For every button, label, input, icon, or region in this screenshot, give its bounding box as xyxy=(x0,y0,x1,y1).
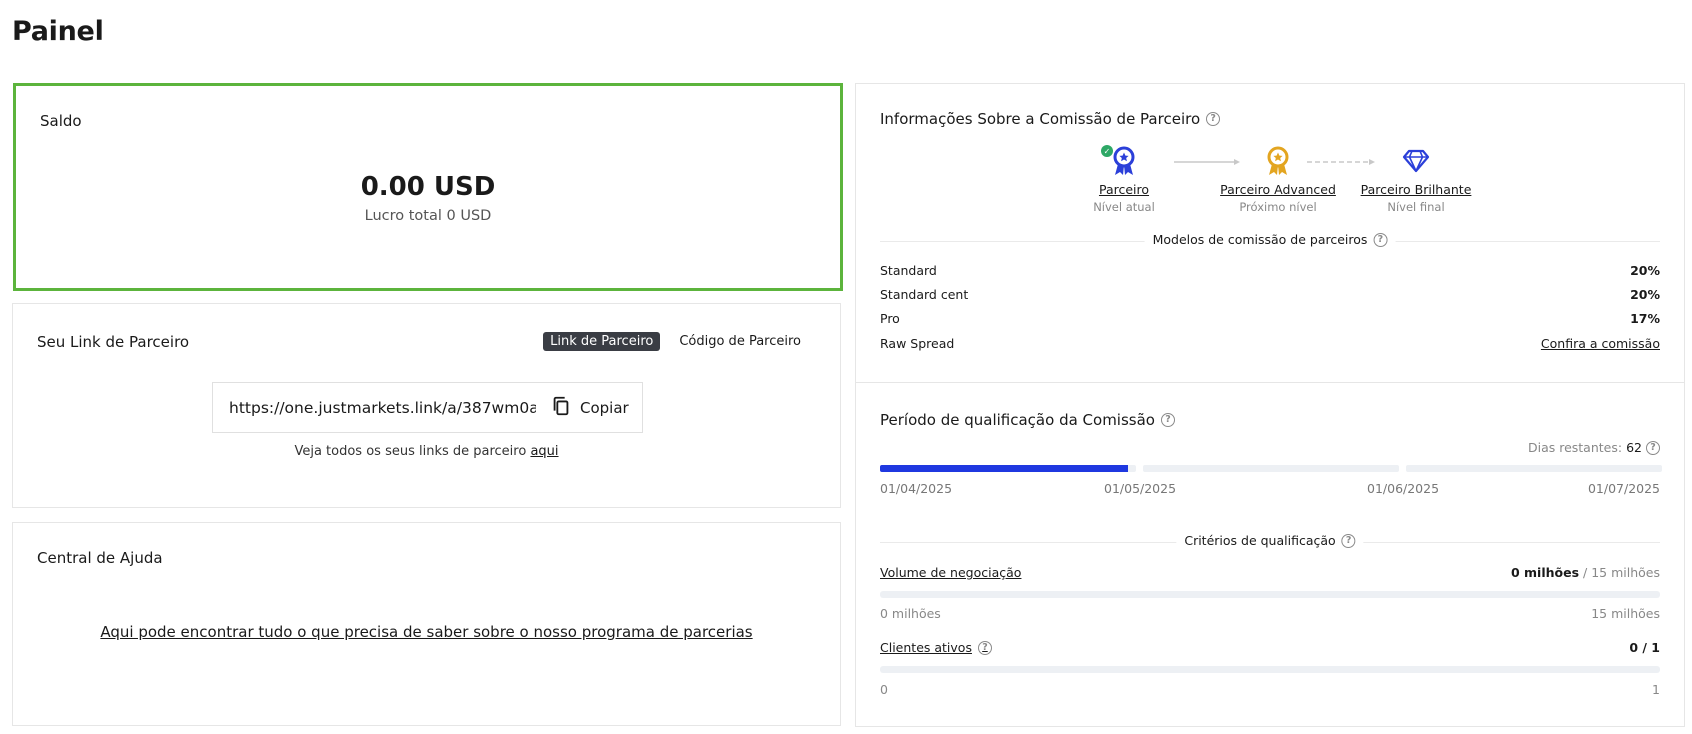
criterion-current: 0 milhões xyxy=(1510,565,1580,580)
partner-link-card: Seu Link de Parceiro Link de Parceiro Có… xyxy=(12,303,841,508)
period-progress-segment xyxy=(1143,465,1399,472)
model-name: Standard xyxy=(880,263,937,278)
partner-link-url[interactable]: https://one.justmarkets.link/a/387wm0api… xyxy=(229,399,536,417)
help-center-card: Central de Ajuda Aqui pode encontrar tud… xyxy=(12,522,841,726)
copy-label: Copiar xyxy=(580,398,629,417)
date-label: 01/06/2025 xyxy=(1367,481,1440,496)
page-title: Painel xyxy=(12,16,104,47)
criteria-title: Critérios de qualificação xyxy=(1184,533,1336,548)
level-name[interactable]: Parceiro Brilhante xyxy=(1356,182,1476,197)
tab-partner-link[interactable]: Link de Parceiro xyxy=(543,332,661,351)
model-name: Standard cent xyxy=(880,287,969,302)
criterion-clients: Clientes ativos ? 0 / 1 xyxy=(880,640,1660,655)
commission-models-header: Modelos de comissão de parceiros ? xyxy=(880,232,1660,250)
section-divider xyxy=(856,382,1684,383)
help-icon[interactable]: ? xyxy=(1160,413,1175,427)
period-progress-fill xyxy=(880,465,1129,472)
model-row: Raw Spread Confira a comissão xyxy=(880,336,1660,351)
qualification-title-text: Período de qualificação da Comissão xyxy=(880,411,1155,429)
level-final: Parceiro Brilhante Nível final xyxy=(1356,144,1476,214)
criterion-progress-bar xyxy=(880,591,1660,598)
commission-info-title-text: Informações Sobre a Comissão de Parceiro xyxy=(880,110,1201,128)
period-progress-segment xyxy=(880,465,1136,472)
all-links-link[interactable]: aqui xyxy=(530,444,558,459)
criterion-scale: 0 1 xyxy=(880,682,1660,697)
help-icon[interactable]: ? xyxy=(1206,112,1221,126)
criterion-progress-bar xyxy=(880,666,1660,673)
blue-medal-icon xyxy=(1084,144,1164,178)
model-name: Raw Spread xyxy=(880,336,955,351)
balance-title: Saldo xyxy=(40,112,82,130)
help-icon[interactable]: ? xyxy=(977,640,992,655)
help-center-link[interactable]: Aqui pode encontrar tudo o que precisa d… xyxy=(100,623,752,641)
date-label: 01/07/2025 xyxy=(1587,481,1660,496)
criterion-name[interactable]: Clientes ativos xyxy=(880,640,972,655)
qualification-title: Período de qualificação da Comissão ? xyxy=(880,411,1175,429)
help-icon[interactable]: ? xyxy=(1341,533,1356,548)
copy-button[interactable]: Copiar xyxy=(550,395,629,421)
model-row: Standard cent 20% xyxy=(880,287,1660,302)
total-profit: Lucro total 0 USD xyxy=(364,208,492,224)
link-type-toggle: Link de Parceiro Código de Parceiro xyxy=(543,332,808,351)
criterion-name[interactable]: Volume de negociação xyxy=(880,565,1021,580)
days-remaining-value: 62 xyxy=(1626,440,1642,455)
level-status: Próximo nível xyxy=(1239,200,1317,214)
tab-partner-code[interactable]: Código de Parceiro xyxy=(672,332,808,351)
criterion-volume: Volume de negociação 0 milhões / 15 milh… xyxy=(880,565,1660,580)
balance-amount: 0.00 USD xyxy=(360,172,496,202)
balance-card: Saldo 0.00 USD Lucro total 0 USD xyxy=(13,83,843,291)
days-remaining: Dias restantes: 62 ? xyxy=(1528,440,1660,455)
model-row: Pro 17% xyxy=(880,311,1660,326)
criterion-value: 0 milhões / 15 milhões xyxy=(1511,565,1660,580)
commission-models-title: Modelos de comissão de parceiros xyxy=(1152,232,1368,247)
diamond-icon xyxy=(1356,144,1476,178)
all-links-note: Veja todos os seus links de parceiro aqu… xyxy=(13,444,840,459)
level-current: Parceiro Nível atual xyxy=(1084,144,1164,214)
all-links-text: Veja todos os seus links de parceiro xyxy=(294,444,527,459)
model-value: 20% xyxy=(1630,287,1660,302)
level-name[interactable]: Parceiro xyxy=(1084,182,1164,197)
level-status: Nível atual xyxy=(1093,200,1155,214)
help-icon[interactable]: ? xyxy=(1646,440,1660,455)
criteria-header: Critérios de qualificação ? xyxy=(880,533,1660,551)
level-next: Parceiro Advanced Próximo nível xyxy=(1213,144,1343,214)
check-commission-link[interactable]: Confira a comissão xyxy=(1541,336,1660,351)
partner-link-title: Seu Link de Parceiro xyxy=(37,333,190,351)
partner-link-field[interactable]: https://one.justmarkets.link/a/387wm0api… xyxy=(212,382,643,433)
criterion-name-wrap: Clientes ativos ? xyxy=(880,640,992,655)
level-status: Nível final xyxy=(1387,200,1445,214)
check-icon: ✓ xyxy=(1101,145,1113,157)
date-label: 01/05/2025 xyxy=(1104,481,1177,496)
help-icon[interactable]: ? xyxy=(1373,232,1388,247)
date-label: 01/04/2025 xyxy=(880,481,953,496)
model-value: 17% xyxy=(1630,311,1660,326)
criterion-scale: 0 milhões 15 milhões xyxy=(880,606,1660,621)
model-value: 20% xyxy=(1630,263,1660,278)
model-row: Standard 20% xyxy=(880,263,1660,278)
criterion-min-label: 0 milhões xyxy=(880,606,941,621)
criterion-min-label: 0 xyxy=(880,682,888,697)
commission-card: Informações Sobre a Comissão de Parceiro… xyxy=(855,83,1685,727)
criterion-max-label: 1 xyxy=(1652,682,1660,697)
level-name[interactable]: Parceiro Advanced xyxy=(1213,182,1343,197)
criterion-value: 0 / 1 xyxy=(1629,640,1660,655)
copy-icon xyxy=(550,395,572,421)
period-progress-segment xyxy=(1406,465,1662,472)
criterion-max: / 15 milhões xyxy=(1583,565,1660,580)
criterion-max-label: 15 milhões xyxy=(1591,606,1660,621)
criterion-current: 0 / 1 xyxy=(1629,640,1660,655)
days-remaining-label: Dias restantes: xyxy=(1527,440,1623,455)
model-name: Pro xyxy=(880,311,900,326)
commission-info-title: Informações Sobre a Comissão de Parceiro… xyxy=(880,110,1221,128)
help-center-title: Central de Ajuda xyxy=(37,549,163,567)
